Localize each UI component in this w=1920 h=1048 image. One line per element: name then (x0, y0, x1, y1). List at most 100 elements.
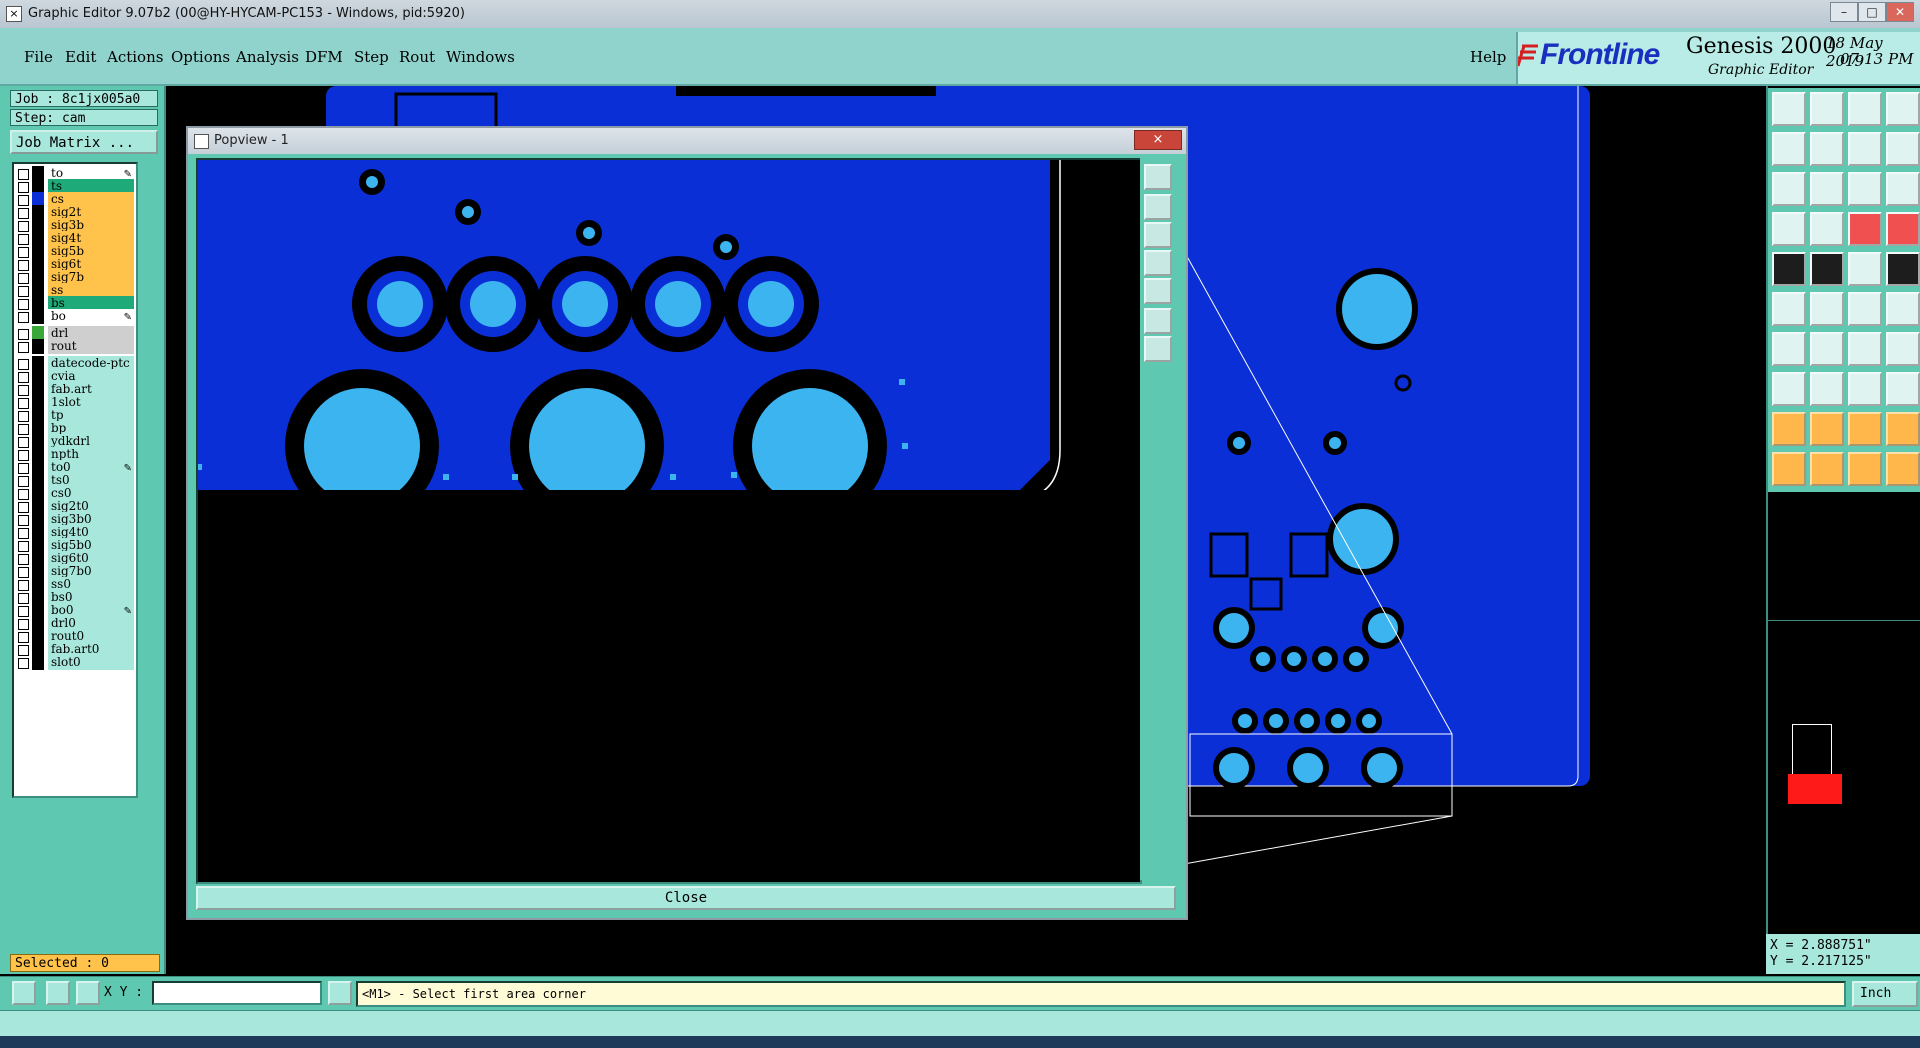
tool-button[interactable] (1772, 132, 1806, 166)
tool-button[interactable] (1810, 292, 1844, 326)
tool-button[interactable] (1886, 132, 1920, 166)
tool-button[interactable] (1772, 92, 1806, 126)
tool-button[interactable] (1772, 332, 1806, 366)
angle-mode-button[interactable] (46, 981, 70, 1005)
menu-analysis[interactable]: Analysis (236, 48, 299, 66)
xy-input[interactable] (152, 981, 322, 1005)
layer-row[interactable]: slot0 (14, 655, 134, 671)
tool-button[interactable] (1772, 172, 1806, 206)
tool-button[interactable] (1772, 292, 1806, 326)
tool-button[interactable] (1886, 292, 1920, 326)
tool-button[interactable] (1772, 252, 1806, 286)
popview-zoom-in-button[interactable] (1144, 308, 1172, 334)
tool-button[interactable] (1810, 412, 1844, 446)
popview-pan-down-button[interactable] (1144, 222, 1172, 248)
menu-edit[interactable]: Edit (65, 48, 96, 66)
tool-button[interactable] (1810, 332, 1844, 366)
app-icon: × (6, 6, 22, 22)
tool-button[interactable] (1810, 132, 1844, 166)
frontline-logo-icon (1518, 44, 1538, 67)
module-name: Graphic Editor (1708, 62, 1814, 78)
command-bar: X Y : <M1> - Select first area corner In… (0, 976, 1920, 1011)
tool-button[interactable] (1848, 372, 1882, 406)
menu-file[interactable]: File (24, 48, 53, 66)
tool-button[interactable] (1848, 332, 1882, 366)
time-display: 07:13 PM (1840, 50, 1914, 68)
menu-actions[interactable]: Actions (107, 48, 163, 66)
tool-button[interactable] (1848, 92, 1882, 126)
tool-button[interactable] (1848, 292, 1882, 326)
menu-rout[interactable]: Rout (399, 48, 435, 66)
layer-name: slot0 (48, 655, 134, 670)
popview-zoom-fit-button[interactable] (1144, 164, 1172, 190)
tool-button[interactable] (1848, 172, 1882, 206)
units-selector[interactable]: Inch (1852, 981, 1918, 1007)
layer-name: rout (48, 339, 134, 354)
tool-button[interactable] (1810, 212, 1844, 246)
tool-button[interactable] (1886, 252, 1920, 286)
product-name: Genesis 2000 (1686, 34, 1837, 59)
layer-checkbox[interactable] (18, 658, 29, 669)
popview-window: Popview - 1 × Close (186, 126, 1188, 920)
maximize-button[interactable]: □ (1858, 2, 1886, 22)
tool-button[interactable] (1810, 372, 1844, 406)
popview-close-x-button[interactable]: × (1134, 130, 1182, 150)
tool-button[interactable] (1772, 212, 1806, 246)
tool-button[interactable] (1772, 452, 1806, 486)
layer-row[interactable]: bo ✎ (14, 309, 134, 325)
grid-mode-button[interactable] (76, 981, 100, 1005)
popview-close-button[interactable]: Close (196, 886, 1176, 910)
coord-y: Y = 2.217125" (1770, 954, 1872, 969)
layer-row[interactable]: rout (14, 339, 134, 355)
os-taskbar (0, 1036, 1920, 1048)
minimize-button[interactable]: – (1830, 2, 1858, 22)
popview-title-bar[interactable]: Popview - 1 (188, 128, 1186, 154)
tool-button[interactable] (1848, 452, 1882, 486)
job-matrix-button[interactable]: Job Matrix ... (10, 130, 158, 154)
overview-viewport[interactable] (1788, 774, 1842, 804)
tool-button[interactable] (1886, 92, 1920, 126)
layer-color-swatch (32, 655, 44, 670)
menu-help[interactable]: Help (1470, 48, 1506, 66)
tool-button[interactable] (1886, 212, 1920, 246)
job-name: Job : 8c1jx005a0 (10, 90, 158, 107)
layer-name: bo ✎ (48, 309, 134, 324)
layer-checkbox[interactable] (18, 312, 29, 323)
tool-button[interactable] (1810, 252, 1844, 286)
tool-button[interactable] (1848, 412, 1882, 446)
tool-button[interactable] (1886, 412, 1920, 446)
menu-dfm[interactable]: DFM (305, 48, 343, 66)
tool-button[interactable] (1810, 92, 1844, 126)
tool-button[interactable] (1772, 412, 1806, 446)
tool-button[interactable] (1772, 372, 1806, 406)
text-cursor-button[interactable] (328, 981, 352, 1005)
popview-canvas[interactable] (196, 158, 1142, 884)
tool-button[interactable] (1886, 372, 1920, 406)
tool-button[interactable] (1848, 252, 1882, 286)
menu-windows[interactable]: Windows (446, 48, 515, 66)
menu-options[interactable]: Options (171, 48, 230, 66)
tool-button[interactable] (1848, 212, 1882, 246)
popview-zoomed-board (198, 160, 1061, 882)
tool-button[interactable] (1886, 172, 1920, 206)
tool-button[interactable] (1886, 452, 1920, 486)
popview-pan-up-button[interactable] (1144, 194, 1172, 220)
tool-button[interactable] (1810, 452, 1844, 486)
step-name: Step: cam (10, 109, 158, 126)
cursor-coordinates: X = 2.888751" Y = 2.217125" (1766, 934, 1920, 974)
overview-panel (1768, 492, 1920, 940)
tool-button[interactable] (1886, 332, 1920, 366)
menu-step[interactable]: Step (354, 48, 389, 66)
layer-checkbox[interactable] (18, 342, 29, 353)
tool-button[interactable] (1848, 132, 1882, 166)
tool-button[interactable] (1810, 172, 1844, 206)
close-window-button[interactable]: ✕ (1886, 2, 1914, 22)
popview-pan-left-button[interactable] (1144, 250, 1172, 276)
tool-grid (1768, 88, 1920, 492)
snap-mode-button[interactable] (12, 981, 36, 1005)
popview-toolbar (1140, 158, 1178, 880)
popview-zoom-out-button[interactable] (1144, 336, 1172, 362)
popview-pan-right-button[interactable] (1144, 278, 1172, 304)
window-title-bar: × Graphic Editor 9.07b2 (00@HY-HYCAM-PC1… (0, 0, 1920, 29)
popview-icon (194, 134, 209, 149)
